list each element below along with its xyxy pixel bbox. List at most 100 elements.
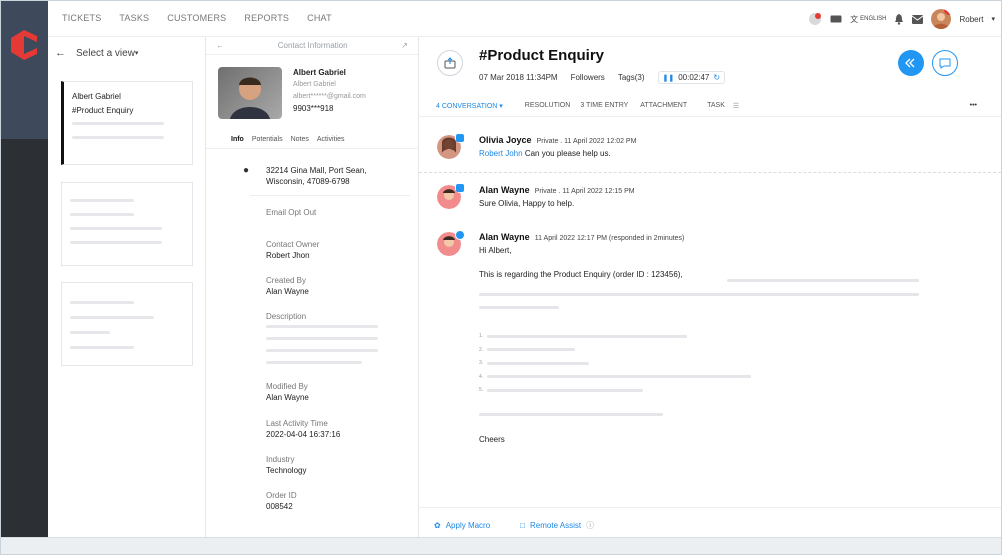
field-label: Order ID xyxy=(266,491,297,500)
divider xyxy=(419,172,1001,173)
message-list: 1. 2. 3. 4. 5. xyxy=(479,330,879,393)
rail-top xyxy=(1,1,48,139)
app-rail xyxy=(1,1,48,537)
contact-header-title: Contact Information xyxy=(277,41,348,50)
followers-link[interactable]: Followers xyxy=(571,73,605,82)
ticket-type-icon[interactable] xyxy=(437,50,463,76)
field-label: Industry xyxy=(266,455,295,464)
field-description: Description xyxy=(266,311,306,322)
language-selector[interactable]: 文 ENGLISH xyxy=(850,14,886,25)
message-sender: Alan Wayne xyxy=(479,185,530,195)
message: Alan Wayne 11 April 2022 12:17 PM (respo… xyxy=(437,230,981,452)
tab-conversation[interactable]: 4 CONVERSATION ▾ xyxy=(436,102,503,110)
message-meta: Private . 11 April 2022 12:02 PM xyxy=(536,138,637,145)
tab-potentials[interactable]: Potentials xyxy=(252,136,283,143)
location-pin-icon: ● xyxy=(243,165,250,176)
menu-lines-icon[interactable]: ☰ xyxy=(733,102,739,110)
field-value: Robert Jhon xyxy=(266,251,310,260)
tab-time-entry[interactable]: 3 TIME ENTRY xyxy=(580,102,628,109)
ticket-card-placeholder[interactable] xyxy=(61,282,193,366)
remote-assist-label: Remote Assist xyxy=(530,521,582,530)
message-body: This is regarding the Product Enquiry (o… xyxy=(479,270,683,279)
message-meta: 11 April 2022 12:17 PM (responded in 2mi… xyxy=(534,235,685,242)
caret-down-icon: ▾ xyxy=(134,50,139,57)
more-options-icon[interactable]: ••• xyxy=(970,102,977,109)
language-label: ENGLISH xyxy=(860,16,887,22)
field-value: Technology xyxy=(266,466,307,475)
tab-resolution[interactable]: RESOLUTION xyxy=(525,102,571,109)
mail-icon[interactable] xyxy=(912,14,924,24)
notification-badge: 4 xyxy=(944,9,952,15)
ticket-meta: 07 Mar 2018 11:34PM Followers Tags(3) ❚❚… xyxy=(479,71,726,84)
ticket-detail-panel: #Product Enquiry 07 Mar 2018 11:34PM Fol… xyxy=(419,37,1001,537)
nav-customers[interactable]: CUSTOMERS xyxy=(167,13,226,23)
email-opt-out-label: Email Opt Out xyxy=(266,208,317,217)
tags-link[interactable]: Tags(3) xyxy=(618,73,645,82)
field-label: Modified By xyxy=(266,382,308,391)
translate-icon: 文 xyxy=(850,14,859,24)
ticket-footer: ✿ Apply Macro □ Remote Assist ⓘ xyxy=(434,520,594,531)
tab-task[interactable]: TASK xyxy=(707,102,725,109)
tab-notes[interactable]: Notes xyxy=(291,136,309,143)
comment-button[interactable] xyxy=(932,50,958,76)
nav-chat[interactable]: CHAT xyxy=(307,13,332,23)
contact-phone[interactable]: 9903***918 xyxy=(293,103,366,115)
field-created-by: Created By Alan Wayne xyxy=(266,275,309,297)
field-label: Contact Owner xyxy=(266,240,320,249)
monitor-icon: □ xyxy=(520,521,526,530)
contact-alt-name: Albert Gabriel xyxy=(293,81,336,88)
field-contact-owner: Contact Owner Robert Jhon xyxy=(266,239,319,261)
mention-link[interactable]: Robert John xyxy=(479,149,523,158)
field-label: Description xyxy=(266,312,307,321)
contact-email[interactable]: albert******@gmail.com xyxy=(293,91,366,103)
chat-channel-icon xyxy=(455,183,465,193)
chat-channel-icon xyxy=(455,133,465,143)
view-selector[interactable]: ← Select a view ▾ xyxy=(55,47,138,59)
agent-status-icon[interactable] xyxy=(808,12,822,26)
ticket-timer[interactable]: ❚❚ 00:02:47 ↻ xyxy=(657,71,726,84)
ticket-card-placeholder[interactable] xyxy=(61,182,193,266)
external-link-icon[interactable]: ↗ xyxy=(401,41,408,50)
field-modified-by: Modified By Alan Wayne xyxy=(266,381,309,403)
apply-macro-button[interactable]: ✿ Apply Macro xyxy=(434,520,490,531)
select-view-label: Select a view xyxy=(76,47,135,59)
pause-icon[interactable]: ❚❚ xyxy=(663,74,675,82)
tab-activities[interactable]: Activities xyxy=(317,136,345,143)
message-text: Can you please help us. xyxy=(524,149,611,158)
app-window: TICKETS TASKS CUSTOMERS REPORTS CHAT 文 E… xyxy=(0,0,1002,555)
bell-icon[interactable] xyxy=(894,13,904,25)
user-avatar[interactable]: 4 xyxy=(931,9,952,29)
contact-address: 32214 Gina Mall, Port Sean, Wisconsin, 4… xyxy=(266,166,367,186)
field-value: 008542 xyxy=(266,502,293,511)
back-arrow-icon[interactable]: ← xyxy=(55,47,66,59)
collapse-left-icon[interactable]: ← xyxy=(216,41,224,50)
remote-assist-button[interactable]: □ Remote Assist ⓘ xyxy=(520,520,594,531)
brand-logo-icon[interactable] xyxy=(11,30,37,60)
field-value: Alan Wayne xyxy=(266,287,309,296)
user-name[interactable]: Robert xyxy=(959,15,983,24)
tab-info[interactable]: Info xyxy=(231,136,244,143)
chevron-down-icon[interactable]: ▾ xyxy=(991,15,995,23)
message-sender: Alan Wayne xyxy=(479,232,530,242)
field-label: Last Activity Time xyxy=(266,419,328,428)
ticket-card[interactable]: Albert Gabriel #Product Enquiry xyxy=(61,81,193,165)
nav-tickets[interactable]: TICKETS xyxy=(62,13,101,23)
refresh-icon[interactable]: ↻ xyxy=(713,73,720,82)
ticket-title: #Product Enquiry xyxy=(479,47,605,64)
contact-name: Albert Gabriel xyxy=(293,68,346,77)
timer-value: 00:02:47 xyxy=(678,73,710,82)
contact-panel: ← Contact Information ↗ Albert Gabriel A… xyxy=(206,37,419,537)
reply-all-button[interactable] xyxy=(898,50,924,76)
contact-info: Albert Gabriel Albert Gabriel albert****… xyxy=(293,67,366,115)
nav-reports[interactable]: REPORTS xyxy=(244,13,289,23)
tab-attachment[interactable]: ATTACHMENT xyxy=(640,102,687,109)
email-channel-icon xyxy=(455,230,465,240)
message-greeting: Hi Albert, xyxy=(479,246,512,255)
keyboard-icon[interactable] xyxy=(830,14,842,24)
contact-photo xyxy=(218,67,282,119)
info-icon[interactable]: ⓘ xyxy=(586,520,594,531)
ticket-card-subject: #Product Enquiry xyxy=(72,106,134,115)
contact-tabs: Info Potentials Notes Activities xyxy=(206,131,419,149)
nav-tasks[interactable]: TASKS xyxy=(119,13,149,23)
top-right-tools: 文 ENGLISH 4 Robert ▾ xyxy=(808,9,995,29)
